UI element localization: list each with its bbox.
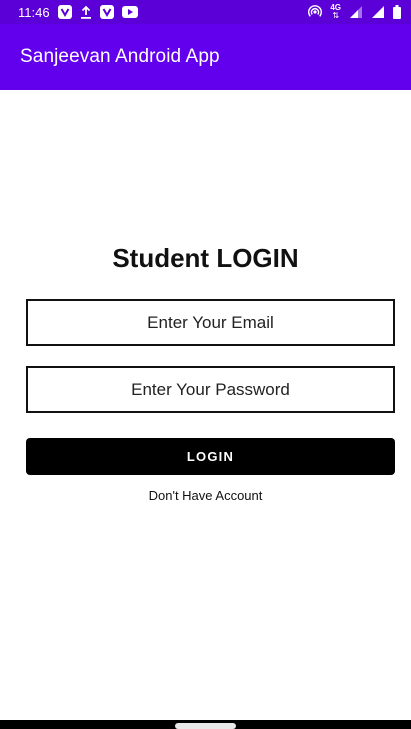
email-field[interactable] [26,299,395,346]
password-input[interactable] [28,368,393,411]
home-handle[interactable] [175,723,236,729]
signal-icon [349,5,363,19]
hotspot-icon [308,5,323,19]
password-field[interactable] [26,366,395,413]
v-notification-icon [99,5,114,19]
4g-data-icon: 4G ⇅ [330,4,341,20]
media-icon [121,6,138,18]
status-time: 11:46 [18,4,50,20]
signal-full-icon [371,5,385,19]
v-notification-icon [57,5,72,19]
status-left: 11:46 [18,5,138,20]
page-title: Student LOGIN [112,243,299,273]
upload-icon [80,5,92,19]
navigation-bar [0,720,411,729]
email-input[interactable] [28,301,393,344]
status-bar: 11:46 4G ⇅ [0,0,411,24]
app-bar: Sanjeevan Android App [0,24,411,90]
status-right: 4G ⇅ [308,4,401,20]
data-arrows-icon: ⇅ [332,11,340,20]
no-account-link[interactable]: Don't Have Account [0,488,411,503]
login-button[interactable]: LOGIN [26,438,395,475]
login-content: Student LOGIN LOGIN Don't Have Account [0,90,411,720]
app-title: Sanjeevan Android App [20,46,220,67]
battery-icon [393,5,401,19]
